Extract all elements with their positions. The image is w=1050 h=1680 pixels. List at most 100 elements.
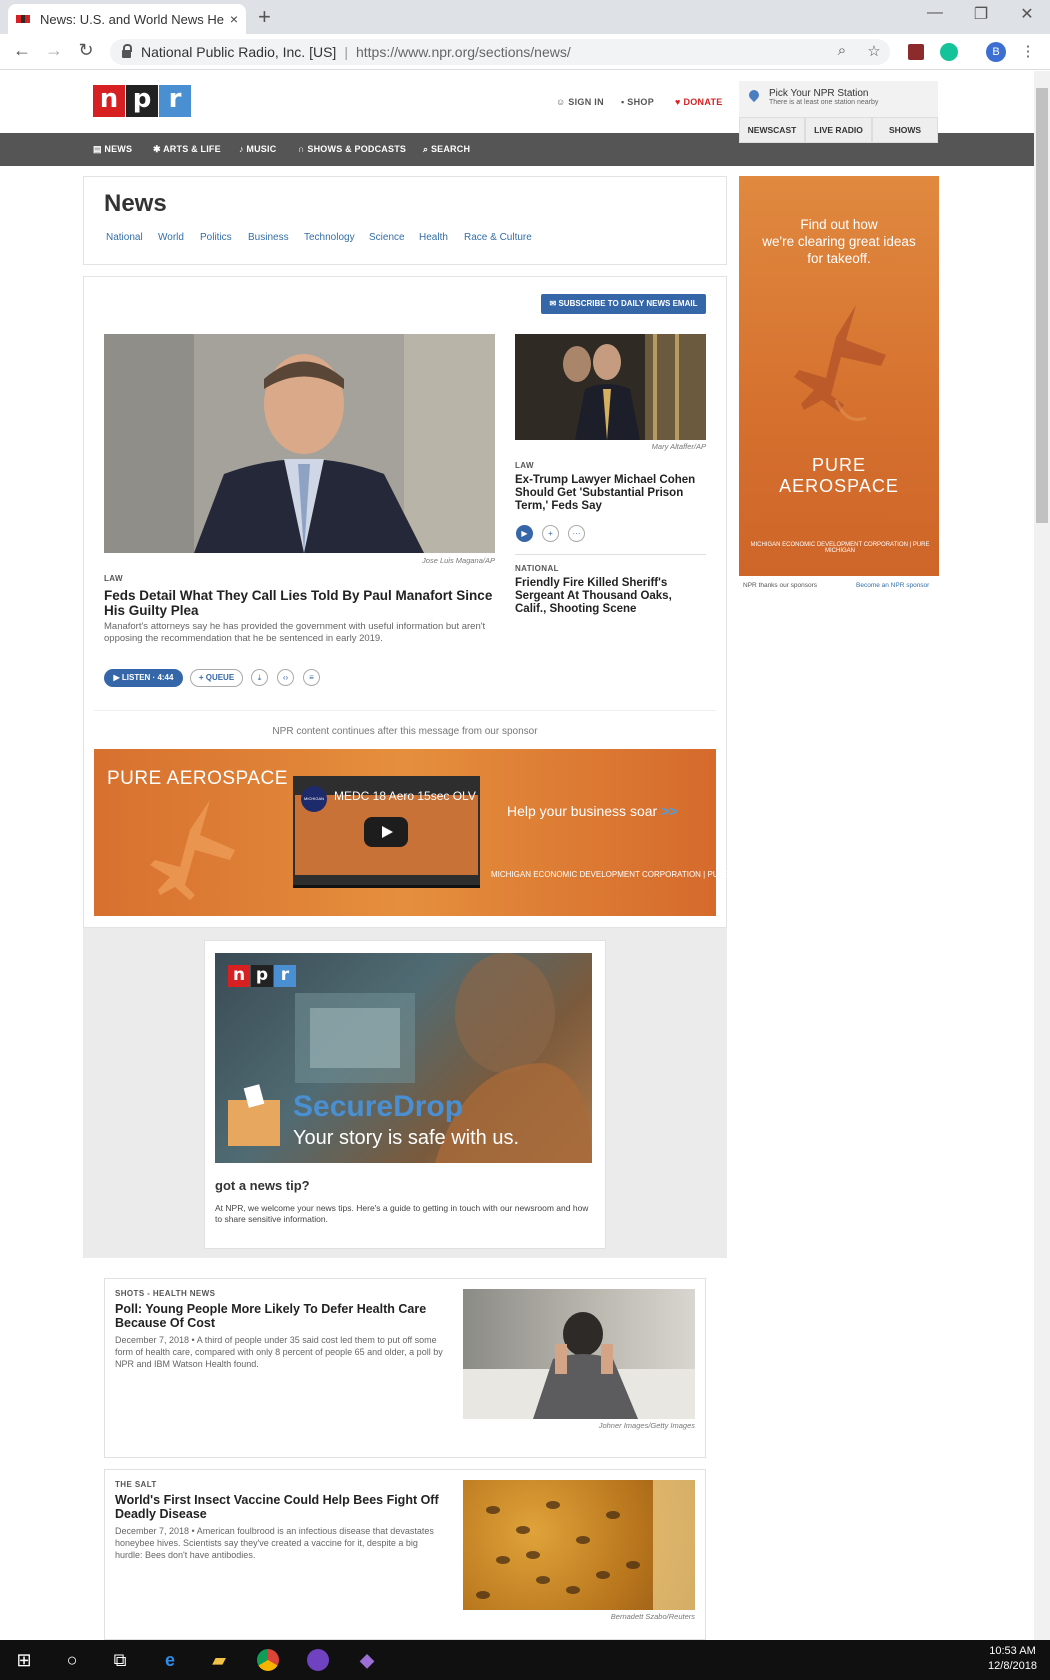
right-ad-brand-2: AEROSPACE	[779, 476, 899, 496]
subnav-politics[interactable]: Politics	[200, 232, 232, 243]
subnav-national[interactable]: National	[106, 232, 143, 243]
nav-news[interactable]: ▤ NEWS	[93, 144, 132, 155]
queue-button[interactable]: + QUEUE	[190, 669, 243, 687]
more-options-icon[interactable]: ···	[568, 525, 585, 542]
subscribe-newsletter-button[interactable]: ✉ SUBSCRIBE TO DAILY NEWS EMAIL	[541, 294, 706, 314]
windows-start-icon[interactable]: ⊞	[12, 1648, 36, 1672]
scrollbar-thumb[interactable]	[1036, 88, 1048, 523]
story-2-slug[interactable]: THE SALT	[115, 1480, 157, 1489]
news-tip-heading[interactable]: got a news tip?	[215, 1178, 310, 1193]
github-logo-shape	[307, 1649, 329, 1671]
sd-logo-r: r	[274, 965, 296, 987]
young-man-photo-illustration	[463, 1312, 695, 1419]
airplane-icon	[150, 800, 235, 900]
maximize-button[interactable]: ❐	[966, 4, 996, 24]
story-2-headline[interactable]: World's First Insect Vaccine Could Help …	[115, 1493, 445, 1521]
task-view-icon[interactable]: ⧉	[108, 1648, 132, 1672]
shows-button[interactable]: SHOWS	[872, 117, 938, 143]
cohen-photo[interactable]	[515, 334, 706, 440]
nav-music[interactable]: ♪ MUSIC	[239, 144, 276, 154]
subnav-business[interactable]: Business	[248, 232, 289, 243]
story-2-photo-credit: Bernadett Szabo/Reuters	[610, 1612, 695, 1621]
embed-icon[interactable]: ‹›	[277, 669, 294, 686]
story-1-headline[interactable]: Poll: Young People More Likely To Defer …	[115, 1302, 445, 1330]
sd-logo-p: p	[251, 965, 273, 987]
minimize-button[interactable]: —	[920, 4, 950, 22]
page-root: News: U.S. and World News Head × + — ❐ ✕…	[0, 0, 1050, 1680]
new-tab-button[interactable]: +	[258, 4, 271, 30]
headphones-icon: ∩	[298, 144, 308, 154]
ballot-box-icon	[228, 1100, 280, 1146]
banner-sponsor-footer: MICHIGAN ECONOMIC DEVELOPMENT CORPORATIO…	[491, 870, 772, 879]
subnav-health[interactable]: Health	[419, 232, 448, 243]
side-story-1-slug[interactable]: LAW	[515, 461, 534, 470]
edge-browser-icon[interactable]: e	[158, 1648, 182, 1672]
side-story-2-headline[interactable]: Friendly Fire Killed Sheriff's Sergeant …	[515, 577, 706, 616]
banner-cta[interactable]: Help your business soar >>	[507, 803, 677, 819]
file-explorer-icon[interactable]: ▰	[207, 1648, 231, 1672]
nav-arts-life[interactable]: ✱ ARTS & LIFE	[153, 144, 221, 155]
side-story-2-slug[interactable]: NATIONAL	[515, 564, 559, 573]
chrome-browser-icon[interactable]	[256, 1648, 280, 1672]
lead-story-slug[interactable]: LAW	[104, 574, 123, 583]
story-divider	[515, 554, 706, 555]
address-bar[interactable]: National Public Radio, Inc. [US] | https…	[110, 39, 890, 65]
donate-link[interactable]: ♥ DONATE	[675, 97, 723, 107]
live-radio-button[interactable]: LIVE RADIO	[805, 117, 872, 143]
visual-studio-icon[interactable]: ◆	[355, 1648, 379, 1672]
add-queue-icon[interactable]: +	[542, 525, 559, 542]
station-picker[interactable]: Pick Your NPR Station There is at least …	[739, 81, 938, 117]
banner-cta-arrows: >>	[661, 803, 678, 819]
user-icon: ☺	[556, 97, 569, 107]
profile-avatar[interactable]: B	[986, 42, 1006, 62]
forward-button[interactable]: →	[42, 40, 66, 61]
github-desktop-icon[interactable]	[306, 1648, 330, 1672]
sign-in-link[interactable]: ☺ SIGN IN	[556, 97, 604, 107]
nav-search[interactable]: ⌕ SEARCH	[423, 144, 470, 155]
subnav-technology[interactable]: Technology	[304, 232, 355, 243]
story-1-slug[interactable]: SHOTS - HEALTH NEWS	[115, 1289, 215, 1298]
logo-r: r	[159, 85, 191, 117]
system-clock[interactable]: 10:53 AM 12/8/2018	[980, 1644, 1045, 1674]
url-host: https://www.npr.org	[355, 44, 476, 60]
right-ad-line-1: Find out how	[800, 217, 878, 232]
search-icon: ⌕	[423, 144, 431, 154]
bookmark-star-icon[interactable]: ☆	[864, 42, 884, 62]
cortana-search-icon[interactable]: ○	[60, 1648, 84, 1672]
reload-button[interactable]: ↻	[74, 40, 98, 61]
browser-tab[interactable]: News: U.S. and World News Head ×	[8, 4, 246, 34]
listen-button[interactable]: ▶ LISTEN · 4:44	[104, 669, 183, 687]
subscribe-label: SUBSCRIBE TO DAILY NEWS EMAIL	[558, 299, 698, 308]
story-2-photo[interactable]	[463, 1480, 695, 1610]
story-1-photo[interactable]	[463, 1289, 695, 1419]
pdf-extension-icon[interactable]	[908, 44, 924, 60]
subnav-world[interactable]: World	[158, 232, 184, 243]
become-sponsor-link[interactable]: Become an NPR sponsor	[856, 582, 929, 589]
lead-story-headline[interactable]: Feds Detail What They Call Lies Told By …	[104, 588, 495, 618]
subnav-science[interactable]: Science	[369, 232, 405, 243]
tab-close-icon[interactable]: ×	[230, 11, 238, 27]
download-icon[interactable]: ⤓	[251, 669, 268, 686]
play-icon[interactable]: ▶	[516, 525, 533, 542]
shop-link[interactable]: ▪ SHOP	[621, 97, 654, 107]
video-play-button[interactable]	[364, 817, 408, 847]
right-ad-airplane-icon	[794, 305, 886, 421]
story-1-teaser: December 7, 2018 • A third of people und…	[115, 1335, 443, 1369]
transcript-icon[interactable]: ≡	[303, 669, 320, 686]
close-window-button[interactable]: ✕	[1012, 4, 1042, 24]
content-divider	[94, 710, 716, 711]
newscast-button[interactable]: NEWSCAST	[739, 117, 805, 143]
nav-shows-podcasts[interactable]: ∩ SHOWS & PODCASTS	[298, 144, 406, 154]
lead-story-photo[interactable]	[104, 334, 495, 553]
nav-news-label: NEWS	[104, 144, 133, 154]
subnav-race-culture[interactable]: Race & Culture	[464, 232, 532, 243]
story-1-photo-credit: Johner Images/Getty Images	[598, 1421, 695, 1430]
back-button[interactable]: ←	[10, 40, 34, 61]
lock-icon	[122, 44, 132, 58]
sign-in-label: SIGN IN	[568, 97, 604, 107]
grammarly-extension-icon[interactable]	[940, 43, 958, 61]
side-story-1-headline[interactable]: Ex-Trump Lawyer Michael Cohen Should Get…	[515, 474, 706, 513]
browser-menu-icon[interactable]: ⋮	[1018, 42, 1038, 62]
npr-logo[interactable]: n p r	[93, 85, 192, 117]
zoom-search-icon[interactable]: ⌕	[832, 42, 852, 62]
